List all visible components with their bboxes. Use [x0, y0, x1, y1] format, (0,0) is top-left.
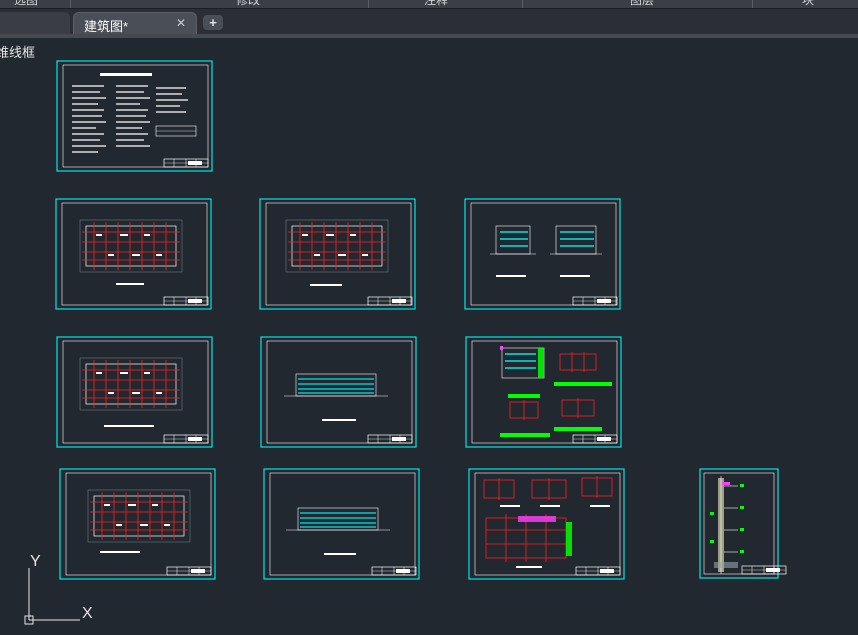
drawing-sheet-details[interactable]	[468, 468, 625, 580]
drawing-sheet-elevation-2[interactable]	[263, 468, 420, 580]
drawing-sheet-design-notes[interactable]	[56, 60, 213, 172]
drawing-sheet-wall-section[interactable]	[699, 468, 787, 579]
drawing-sheet-plan-4[interactable]	[59, 468, 216, 580]
drawing-canvas[interactable]	[0, 0, 858, 635]
drawing-sheet-section-details[interactable]	[465, 336, 622, 448]
drawing-sheet-plan-3[interactable]	[56, 336, 213, 448]
drawing-sheet-elevations-small[interactable]	[464, 198, 621, 310]
drawing-sheet-plan-1[interactable]	[55, 198, 212, 310]
drawing-sheet-plan-2[interactable]	[259, 198, 416, 310]
drawing-sheet-elevation-1[interactable]	[260, 336, 417, 448]
